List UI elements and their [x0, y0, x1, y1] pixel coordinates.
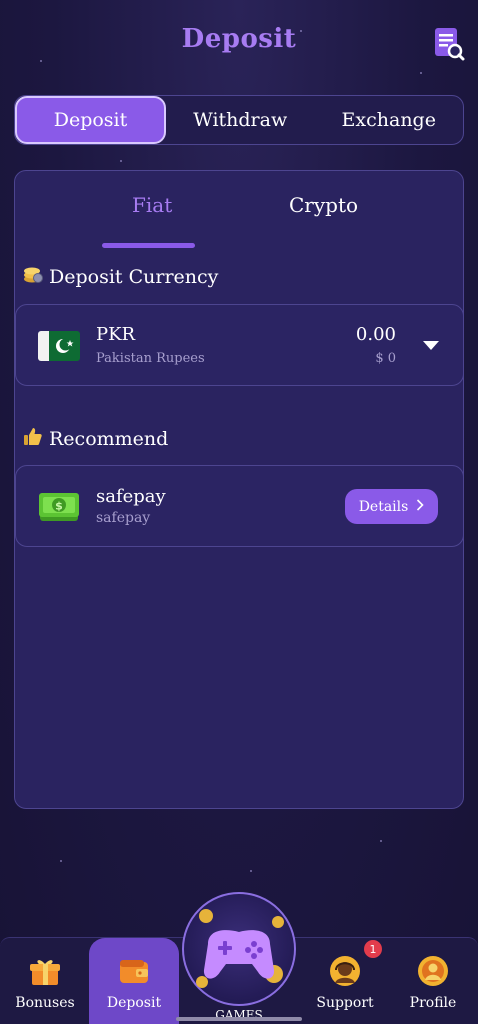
nav-deposit-label: Deposit — [106, 995, 162, 1011]
star — [420, 72, 422, 74]
currency-amount: 0.00 — [355, 324, 396, 345]
coins-icon — [23, 264, 43, 289]
nav-bonuses-label: Bonuses — [15, 995, 75, 1011]
page-title: Deposit — [181, 24, 297, 54]
chevron-right-icon — [416, 498, 424, 515]
tab-exchange[interactable]: Exchange — [315, 96, 464, 144]
pakistan-flag-icon — [38, 331, 80, 361]
currency-usd-value: $ 0 — [375, 351, 396, 366]
nav-profile[interactable]: Profile — [388, 938, 478, 1024]
profile-icon — [417, 955, 449, 987]
star — [250, 870, 252, 872]
currency-selector[interactable]: PKR Pakistan Rupees 0.00 $ 0 — [15, 304, 464, 386]
nav-games[interactable] — [182, 892, 296, 1006]
details-button-label: Details — [358, 498, 409, 515]
star — [60, 860, 62, 862]
tab-fiat[interactable]: Fiat — [132, 193, 172, 217]
support-notification-badge: 1 — [364, 940, 382, 958]
nav-profile-label: Profile — [409, 995, 457, 1011]
deposit-panel: Fiat Crypto Deposit Currency PKR Pakista… — [14, 170, 464, 809]
nav-support-label: Support — [316, 995, 374, 1011]
payment-method-card[interactable]: $ safepay safepay Details — [15, 465, 464, 547]
currency-type-tabs: Fiat Crypto — [15, 193, 465, 248]
recommend-title: Recommend — [49, 427, 169, 450]
history-search-icon[interactable] — [432, 26, 466, 62]
payment-method-subtitle: safepay — [96, 510, 151, 526]
star — [40, 60, 42, 62]
currency-code: PKR — [96, 324, 136, 345]
details-button[interactable]: Details — [345, 489, 438, 524]
currency-name: Pakistan Rupees — [96, 351, 205, 366]
nav-deposit[interactable]: Deposit — [89, 938, 179, 1024]
thumbs-up-icon — [23, 426, 43, 451]
wallet-icon — [118, 955, 150, 987]
deposit-currency-heading: Deposit Currency — [23, 264, 218, 289]
gamepad-icon — [196, 909, 284, 988]
cash-icon: $ — [38, 487, 80, 525]
deposit-currency-title: Deposit Currency — [49, 265, 219, 288]
svg-text:$: $ — [55, 500, 63, 513]
payment-method-name: safepay — [96, 486, 166, 507]
active-tab-indicator — [102, 243, 195, 248]
tab-deposit[interactable]: Deposit — [15, 96, 166, 144]
home-indicator — [176, 1017, 302, 1021]
nav-bonuses[interactable]: Bonuses — [0, 938, 90, 1024]
recommend-heading: Recommend — [23, 426, 168, 451]
tab-withdraw[interactable]: Withdraw — [166, 96, 315, 144]
star — [120, 160, 122, 162]
deposit-mode-tabs: Deposit Withdraw Exchange — [14, 95, 464, 145]
tab-crypto[interactable]: Crypto — [289, 193, 358, 217]
deposit-screen: Deposit Deposit Withdraw Exchange Fiat C… — [0, 0, 478, 1024]
gift-icon — [29, 955, 61, 987]
support-agent-icon — [329, 955, 361, 987]
chevron-down-icon[interactable] — [423, 341, 439, 350]
star — [380, 840, 382, 842]
